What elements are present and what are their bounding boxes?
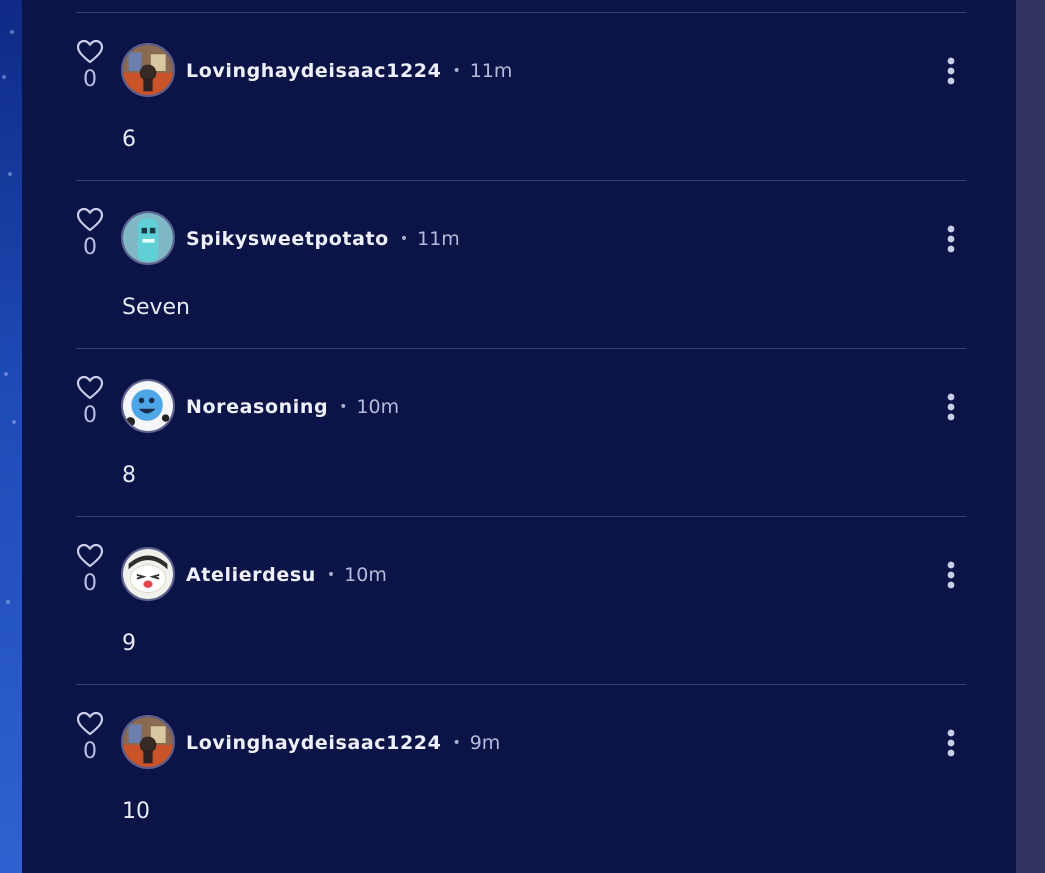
username-link[interactable]: Lovinghaydeisaac1224 bbox=[186, 732, 441, 754]
timestamp: 10m bbox=[356, 396, 400, 418]
more-options-icon[interactable] bbox=[936, 55, 966, 87]
username-link[interactable]: Noreasoning bbox=[186, 396, 328, 418]
more-options-icon[interactable] bbox=[936, 559, 966, 591]
comment-meta: Lovinghaydeisaac1224 • 9m bbox=[186, 729, 500, 757]
meta-separator: • bbox=[326, 567, 336, 583]
like-control: 0 bbox=[76, 207, 104, 261]
heart-icon[interactable] bbox=[76, 543, 104, 569]
comment-text: 6 bbox=[122, 127, 136, 152]
comment-text: 10 bbox=[122, 799, 150, 824]
comment-text: Seven bbox=[122, 295, 190, 320]
timestamp: 11m bbox=[417, 228, 460, 250]
username-link[interactable]: Spikysweetpotato bbox=[186, 228, 389, 250]
like-control: 0 bbox=[76, 543, 104, 597]
avatar-image bbox=[123, 381, 173, 431]
meta-separator: • bbox=[452, 735, 461, 751]
username-link[interactable]: Lovinghaydeisaac1224 bbox=[186, 60, 441, 82]
like-control: 0 bbox=[76, 711, 104, 765]
user-avatar[interactable] bbox=[121, 715, 175, 769]
like-control: 0 bbox=[76, 375, 104, 429]
user-avatar[interactable] bbox=[121, 211, 175, 265]
comments-panel: 0 Lovinghaydeisaac1224 • 11m 6 0 Spikysw… bbox=[22, 0, 1016, 873]
meta-separator: • bbox=[452, 63, 461, 79]
like-count: 0 bbox=[83, 739, 97, 764]
comment-meta: Atelierdesu • 10m bbox=[186, 561, 387, 589]
like-count: 0 bbox=[83, 571, 97, 596]
more-options-icon[interactable] bbox=[936, 223, 966, 255]
avatar-image bbox=[123, 213, 173, 263]
user-avatar[interactable] bbox=[121, 379, 175, 433]
like-count: 0 bbox=[83, 235, 97, 260]
avatar-image bbox=[123, 717, 173, 767]
timestamp: 9m bbox=[469, 732, 501, 754]
like-control: 0 bbox=[76, 39, 104, 93]
meta-separator: • bbox=[339, 399, 348, 415]
heart-icon[interactable] bbox=[76, 39, 104, 65]
user-avatar[interactable] bbox=[121, 43, 175, 97]
comment-item: 0 Spikysweetpotato • 11m Seven bbox=[76, 180, 966, 348]
comment-text: 8 bbox=[122, 463, 136, 488]
more-options-icon[interactable] bbox=[936, 391, 966, 423]
comment-item: 0 Lovinghaydeisaac1224 • 9m 10 bbox=[76, 684, 966, 852]
scrollbar-track[interactable] bbox=[1016, 0, 1045, 873]
more-options-icon[interactable] bbox=[936, 727, 966, 759]
timestamp: 11m bbox=[469, 60, 513, 82]
heart-icon[interactable] bbox=[76, 207, 104, 233]
heart-icon[interactable] bbox=[76, 375, 104, 401]
comment-text: 9 bbox=[122, 631, 136, 656]
username-link[interactable]: Atelierdesu bbox=[186, 564, 316, 586]
comment-list: 0 Lovinghaydeisaac1224 • 11m 6 0 Spikysw… bbox=[76, 12, 966, 852]
avatar-image bbox=[123, 549, 173, 599]
comment-meta: Lovinghaydeisaac1224 • 11m bbox=[186, 57, 512, 85]
like-count: 0 bbox=[83, 67, 97, 92]
comment-meta: Spikysweetpotato • 11m bbox=[186, 225, 460, 253]
heart-icon[interactable] bbox=[76, 711, 104, 737]
comment-item: 0 Lovinghaydeisaac1224 • 11m 6 bbox=[76, 12, 966, 180]
meta-separator: • bbox=[399, 231, 409, 247]
timestamp: 10m bbox=[344, 564, 387, 586]
user-avatar[interactable] bbox=[121, 547, 175, 601]
comment-item: 0 Atelierdesu • 10m 9 bbox=[76, 516, 966, 684]
avatar-image bbox=[123, 45, 173, 95]
like-count: 0 bbox=[83, 403, 97, 428]
comment-meta: Noreasoning • 10m bbox=[186, 393, 399, 421]
background-left-edge bbox=[0, 0, 22, 873]
comment-item: 0 Noreasoning • 10m 8 bbox=[76, 348, 966, 516]
